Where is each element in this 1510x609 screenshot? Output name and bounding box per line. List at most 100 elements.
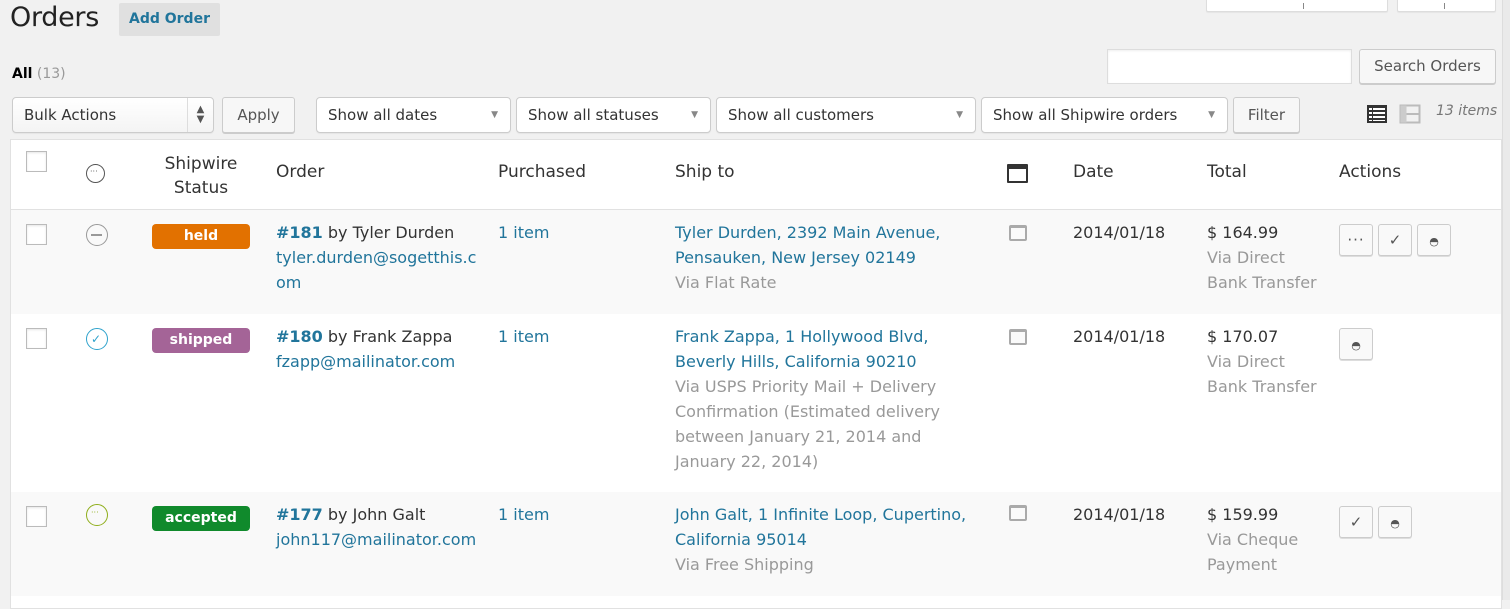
- total-cell: $ 164.99 Via Direct Bank Transfer: [1207, 220, 1327, 295]
- eye-icon: ◓: [1429, 235, 1439, 248]
- customers-filter-select[interactable]: Show all customers ▼: [716, 97, 976, 133]
- ship-to-cell: John Galt, 1 Infinite Loop, Cupertino, Ca…: [675, 502, 975, 577]
- shipwire-filter-select[interactable]: Show all Shipwire orders ▼: [981, 97, 1228, 133]
- no-customer-note-icon: [1009, 225, 1027, 241]
- shipwire-status-badge: shipped: [152, 328, 250, 353]
- chevron-down-icon: ▼: [956, 110, 963, 120]
- eye-icon: ◓: [1351, 339, 1361, 352]
- view-button[interactable]: ◓: [1417, 224, 1451, 256]
- eye-icon: ◓: [1390, 517, 1400, 530]
- view-all-count: (13): [36, 66, 66, 82]
- address-link[interactable]: John Galt, 1 Infinite Loop, Cupertino, Ca…: [675, 505, 966, 549]
- address-link[interactable]: Frank Zappa, 1 Hollywood Blvd, Beverly Hi…: [675, 327, 928, 371]
- table-row: ✓ shipped #180 by Frank Zappa fzapp@mail…: [11, 314, 1501, 492]
- table-row: ··· accepted #177 by John Galt john117@m…: [11, 492, 1501, 596]
- order-number-link[interactable]: #180: [276, 327, 323, 346]
- shipping-method: Via Free Shipping: [675, 555, 814, 574]
- order-total: $ 170.07: [1207, 327, 1279, 346]
- ship-to-cell: Frank Zappa, 1 Hollywood Blvd, Beverly Hi…: [675, 324, 955, 474]
- top-action-button-1[interactable]: [1206, 0, 1388, 12]
- dates-filter-label: Show all dates: [328, 106, 438, 124]
- shipwire-status-badge: accepted: [152, 506, 250, 531]
- excerpt-view-icon[interactable]: [1399, 104, 1421, 124]
- page-scrollbar[interactable]: [1502, 0, 1510, 600]
- order-customer: by John Galt: [322, 505, 426, 524]
- filter-button[interactable]: Filter: [1233, 97, 1300, 133]
- purchased-items-link[interactable]: 1 item: [498, 220, 549, 245]
- address-line1: John Galt, 1 Infinite Loop, Cupertino,: [675, 505, 967, 524]
- view-button[interactable]: ◓: [1378, 506, 1412, 538]
- top-action-button-2[interactable]: [1397, 0, 1496, 12]
- order-customer: by Frank Zappa: [322, 327, 453, 346]
- no-customer-note-icon: [1009, 329, 1027, 345]
- orders-table: ··· Shipwire Status Order Purchased Ship…: [10, 139, 1502, 609]
- minus-circle-icon: [86, 224, 108, 246]
- dates-filter-select[interactable]: Show all dates ▼: [316, 97, 511, 133]
- view-button[interactable]: ◓: [1339, 328, 1373, 360]
- apply-button[interactable]: Apply: [222, 97, 295, 133]
- column-shipwire-status[interactable]: Shipwire Status: [151, 152, 251, 200]
- shipwire-filter-label: Show all Shipwire orders: [993, 106, 1178, 124]
- shipwire-status-badge: held: [152, 224, 250, 249]
- select-all-checkbox[interactable]: [26, 151, 47, 172]
- view-filter-all[interactable]: All (13): [12, 66, 66, 82]
- table-header: ··· Shipwire Status Order Purchased Ship…: [11, 140, 1501, 210]
- complete-button[interactable]: ✓: [1378, 224, 1412, 256]
- table-row: held #181 by Tyler Durden tyler.durden@s…: [11, 210, 1501, 314]
- checkmark-icon: ✓: [1349, 513, 1363, 531]
- address-line2: Beverly Hills, California 90210: [675, 352, 917, 371]
- search-input[interactable]: [1107, 49, 1352, 84]
- complete-button[interactable]: ✓: [1339, 506, 1373, 538]
- column-actions: Actions: [1339, 162, 1402, 182]
- shipping-method: Via Flat Rate: [675, 273, 777, 292]
- customer-email-link[interactable]: john117@mailinator.com: [276, 530, 476, 549]
- order-status-column-icon[interactable]: ···: [86, 164, 105, 183]
- order-customer: by Tyler Durden: [322, 223, 455, 242]
- column-date[interactable]: Date: [1073, 162, 1114, 182]
- row-checkbox[interactable]: [26, 506, 47, 527]
- purchased-items-link[interactable]: 1 item: [498, 324, 549, 349]
- order-total: $ 164.99: [1207, 223, 1279, 242]
- chevron-down-icon: ▼: [691, 110, 698, 120]
- order-cell: #177 by John Galt john117@mailinator.com: [276, 502, 481, 552]
- statuses-filter-select[interactable]: Show all statuses ▼: [516, 97, 711, 133]
- check-circle-icon: ✓: [86, 328, 108, 350]
- page-title: Orders: [10, 2, 99, 33]
- items-count: 13 items: [1436, 103, 1498, 119]
- payment-method: Via Direct Bank Transfer: [1207, 248, 1317, 292]
- customer-notes-column-icon[interactable]: [1007, 164, 1028, 183]
- shipping-method: Via USPS Priority Mail + Delivery Confir…: [675, 377, 941, 471]
- ellipsis-circle-icon: ···: [86, 504, 108, 526]
- view-all-label[interactable]: All: [12, 66, 32, 82]
- column-purchased[interactable]: Purchased: [498, 162, 586, 182]
- customers-filter-label: Show all customers: [728, 106, 874, 124]
- order-total: $ 159.99: [1207, 505, 1279, 524]
- payment-method: Via Direct Bank Transfer: [1207, 352, 1317, 396]
- purchased-items-link[interactable]: 1 item: [498, 502, 549, 527]
- address-line2: California 95014: [675, 530, 807, 549]
- address-line1: Tyler Durden, 2392 Main Avenue,: [675, 223, 941, 242]
- add-order-button[interactable]: Add Order: [119, 3, 220, 36]
- bulk-actions-label: Bulk Actions: [24, 106, 117, 124]
- row-checkbox[interactable]: [26, 328, 47, 349]
- customer-email-link[interactable]: tyler.durden@sogetthis.com: [276, 248, 476, 292]
- bulk-actions-select[interactable]: Bulk Actions ▲ ▼: [12, 97, 214, 133]
- address-link[interactable]: Tyler Durden, 2392 Main Avenue, Pensauken…: [675, 223, 940, 267]
- column-ship-to[interactable]: Ship to: [675, 162, 735, 182]
- order-date: 2014/01/18: [1073, 223, 1166, 242]
- search-orders-button[interactable]: Search Orders: [1359, 49, 1496, 84]
- column-order[interactable]: Order: [276, 162, 324, 182]
- customer-email-link[interactable]: fzapp@mailinator.com: [276, 352, 455, 371]
- chevron-down-icon: ▼: [1208, 110, 1215, 120]
- column-total[interactable]: Total: [1207, 162, 1247, 182]
- column-shipwire-status-line2: Status: [173, 178, 229, 198]
- ellipsis-icon: ···: [1347, 231, 1365, 249]
- order-date: 2014/01/18: [1073, 505, 1166, 524]
- list-view-icon[interactable]: [1366, 104, 1388, 124]
- order-number-link[interactable]: #181: [276, 223, 323, 242]
- order-number-link[interactable]: #177: [276, 505, 323, 524]
- row-checkbox[interactable]: [26, 224, 47, 245]
- chevron-down-icon: ▼: [491, 110, 498, 120]
- processing-button[interactable]: ···: [1339, 224, 1373, 256]
- no-customer-note-icon: [1009, 505, 1027, 521]
